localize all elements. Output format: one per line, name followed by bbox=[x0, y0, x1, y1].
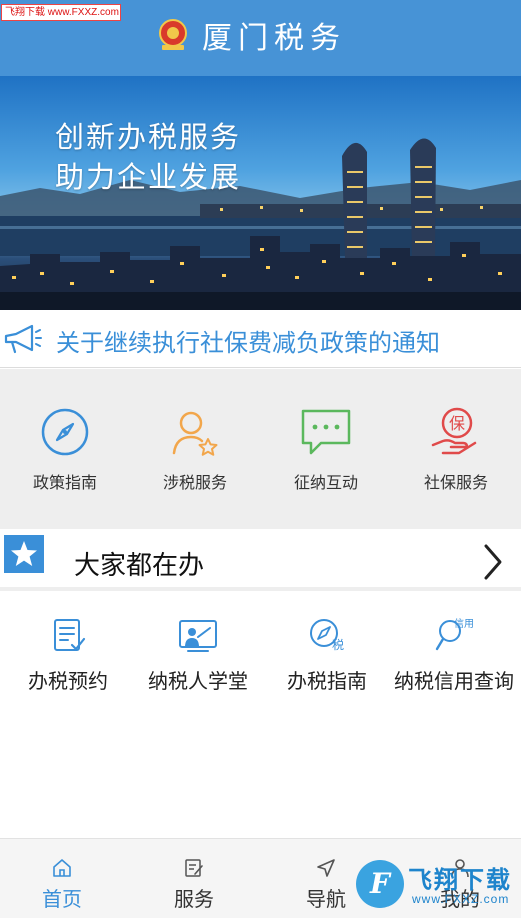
notice-text: 关于继续执行社保费减负政策的通知 bbox=[56, 329, 440, 357]
page-title: 厦门税务 bbox=[202, 21, 346, 56]
edit-icon bbox=[185, 859, 203, 877]
popular-section-header[interactable]: 大家都在办 bbox=[0, 529, 521, 591]
compass-icon bbox=[41, 408, 89, 456]
star-icon bbox=[11, 541, 37, 566]
credit-text: 信用 bbox=[454, 618, 474, 630]
tab-home[interactable]: 首页 bbox=[12, 857, 112, 912]
hand-shield-icon: 保 bbox=[431, 407, 477, 455]
service-label: 办税指南 bbox=[287, 669, 367, 693]
tab-home-label: 首页 bbox=[42, 887, 82, 911]
star-badge bbox=[4, 535, 44, 573]
service-taxpayer-school[interactable]: 纳税人学堂 bbox=[143, 615, 253, 694]
service-label: 办税预约 bbox=[28, 669, 108, 693]
quick-item-label: 政策指南 bbox=[32, 473, 97, 492]
quick-item-interaction[interactable]: 征纳互动 bbox=[261, 405, 391, 493]
tab-services[interactable]: 服务 bbox=[144, 857, 244, 912]
watermark-logo: F bbox=[356, 860, 404, 908]
watermark-bottom: F 飞翔下载 www.FXXZ.com bbox=[356, 854, 516, 914]
service-tax-appointment[interactable]: 办税预约 bbox=[20, 615, 116, 694]
classroom-icon bbox=[179, 620, 217, 652]
quick-menu: 政策指南 涉税服务 征纳互动 保 社保服务 bbox=[0, 369, 521, 529]
banner-headline-2: 助力企业发展 bbox=[55, 160, 242, 194]
popular-title: 大家都在办 bbox=[74, 551, 205, 581]
chat-bubble-icon bbox=[301, 409, 351, 455]
quick-item-policy-guide[interactable]: 政策指南 bbox=[0, 405, 130, 493]
svg-text:保: 保 bbox=[449, 414, 465, 433]
service-label: 纳税人学堂 bbox=[148, 669, 248, 693]
service-credit-query[interactable]: 信用 纳税信用查询 bbox=[390, 615, 518, 694]
service-tax-guide[interactable]: 税 办税指南 bbox=[280, 615, 374, 694]
quick-item-label: 征纳互动 bbox=[293, 473, 358, 492]
watermark-top: 飞翔下载 www.FXXZ.com bbox=[1, 4, 121, 21]
banner-headline-1: 创新办税服务 bbox=[55, 120, 242, 154]
user-star-icon bbox=[172, 411, 218, 456]
tab-services-label: 服务 bbox=[174, 887, 214, 911]
quick-item-label: 社保服务 bbox=[423, 473, 488, 492]
watermark-url: www.FXXZ.com bbox=[412, 892, 510, 906]
watermark-brand: 飞翔下载 bbox=[408, 866, 512, 894]
service-label: 纳税信用查询 bbox=[394, 669, 514, 693]
services-grid: 办税预约 纳税人学堂 税 办税指南 信用 纳税信用查询 bbox=[0, 595, 521, 735]
promo-banner[interactable]: 创新办税服务 助力企业发展 bbox=[0, 76, 521, 310]
search-credit-icon: 信用 bbox=[435, 618, 474, 651]
quick-item-label: 涉税服务 bbox=[162, 473, 227, 492]
quick-item-social-security[interactable]: 保 社保服务 bbox=[391, 405, 521, 493]
navigation-icon bbox=[317, 859, 335, 877]
home-icon bbox=[53, 859, 71, 877]
header-brand: 厦门税务 bbox=[156, 12, 346, 58]
quick-item-tax-services[interactable]: 涉税服务 bbox=[130, 405, 260, 493]
chevron-right-icon[interactable] bbox=[482, 543, 504, 581]
notice-bar[interactable]: 关于继续执行社保费减负政策的通知 bbox=[0, 310, 521, 368]
national-emblem-icon bbox=[159, 19, 187, 50]
tax-char: 税 bbox=[332, 638, 344, 652]
app-header: 飞翔下载 www.FXXZ.com 厦门税务 bbox=[0, 0, 521, 76]
compass-tax-icon: 税 bbox=[310, 619, 344, 652]
checklist-icon bbox=[54, 619, 86, 651]
megaphone-icon bbox=[4, 324, 42, 354]
